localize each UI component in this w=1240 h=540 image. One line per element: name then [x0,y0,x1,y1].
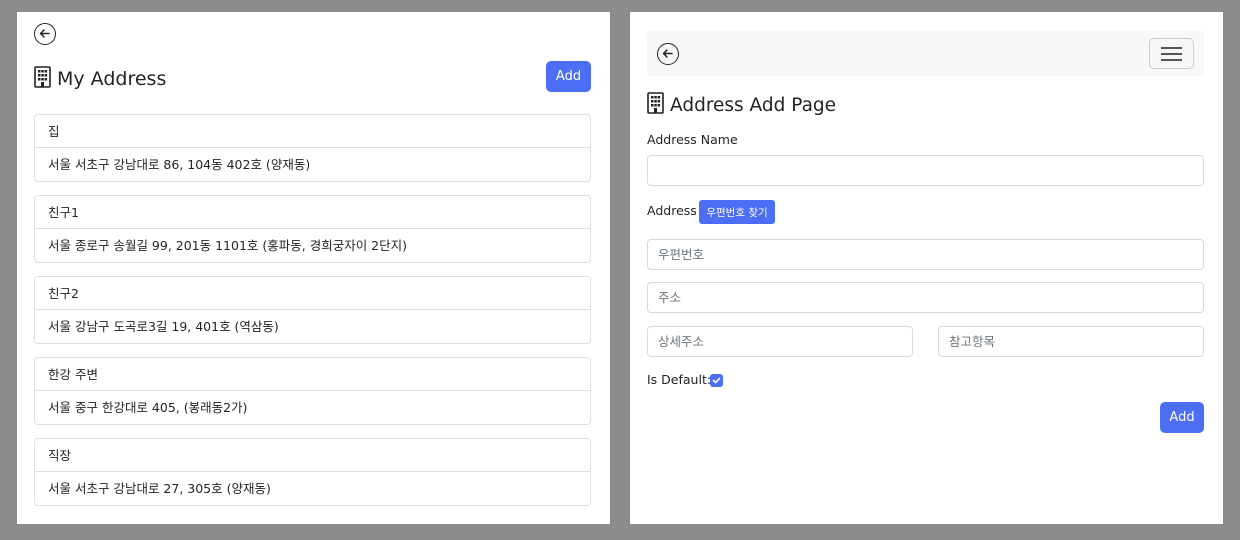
address-card[interactable]: 친구1 서울 종로구 송월길 99, 201동 1101호 (홍파동, 경희궁자… [34,195,591,263]
address-name: 친구2 [35,277,590,310]
back-arrow-icon[interactable] [34,23,56,45]
back-arrow-icon[interactable] [657,43,679,65]
hamburger-icon [1161,53,1182,55]
page-title: My Address [34,66,166,90]
address-card[interactable]: 한강 주변 서울 중구 한강대로 405, (봉래동2가) [34,357,591,425]
hamburger-icon [1161,59,1182,61]
detail-address-input[interactable] [647,326,913,357]
address-add-panel: Address Add Page Address Name Address 우편… [630,12,1223,524]
menu-toggle-button[interactable] [1149,38,1194,69]
address-text: 서울 종로구 송월길 99, 201동 1101호 (홍파동, 경희궁자이 2단… [48,238,408,253]
is-default-checkbox[interactable] [710,374,723,387]
check-icon [712,377,721,384]
address-name: 한강 주변 [35,358,590,391]
address-text: 서울 서초구 강남대로 86, 104동 402호 (양재동) [48,157,311,172]
address-label: Address [647,203,697,218]
add-address-button[interactable]: Add [546,61,591,92]
hamburger-icon [1161,47,1182,49]
list-header: My Address Add [34,61,591,94]
navbar [647,31,1204,76]
address-text: 서울 서초구 강남대로 27, 305호 (양재동) [48,481,271,496]
address-text: 서울 강남구 도곡로3길 19, 401호 (역삼동) [48,319,279,334]
address-name: 직장 [35,439,590,472]
page-title-text: Address Add Page [670,95,837,116]
postcode-input[interactable] [647,239,1204,270]
address-input[interactable] [647,282,1204,313]
address-card[interactable]: 직장 서울 서초구 강남대로 27, 305호 (양재동) [34,438,591,506]
extra-address-input[interactable] [938,326,1204,357]
address-name-label: Address Name [647,132,738,147]
address-list-panel: My Address Add 집 서울 서초구 강남대로 86, 104동 40… [17,12,610,524]
address-name: 친구1 [35,196,590,229]
submit-add-button[interactable]: Add [1160,402,1204,433]
address-name: 집 [35,115,590,148]
address-card[interactable]: 친구2 서울 강남구 도곡로3길 19, 401호 (역삼동) [34,276,591,344]
building-icon [647,92,664,114]
address-card[interactable]: 집 서울 서초구 강남대로 86, 104동 402호 (양재동) [34,114,591,182]
address-name-input[interactable] [647,155,1204,186]
postcode-search-button[interactable]: 우편번호 찾기 [699,200,775,224]
page-title: Address Add Page [647,92,836,116]
building-icon [34,66,51,88]
page-title-text: My Address [57,68,167,90]
is-default-label: Is Default: [647,372,712,387]
address-list: 집 서울 서초구 강남대로 86, 104동 402호 (양재동) 친구1 서울… [34,114,591,519]
address-text: 서울 중구 한강대로 405, (봉래동2가) [48,400,248,415]
